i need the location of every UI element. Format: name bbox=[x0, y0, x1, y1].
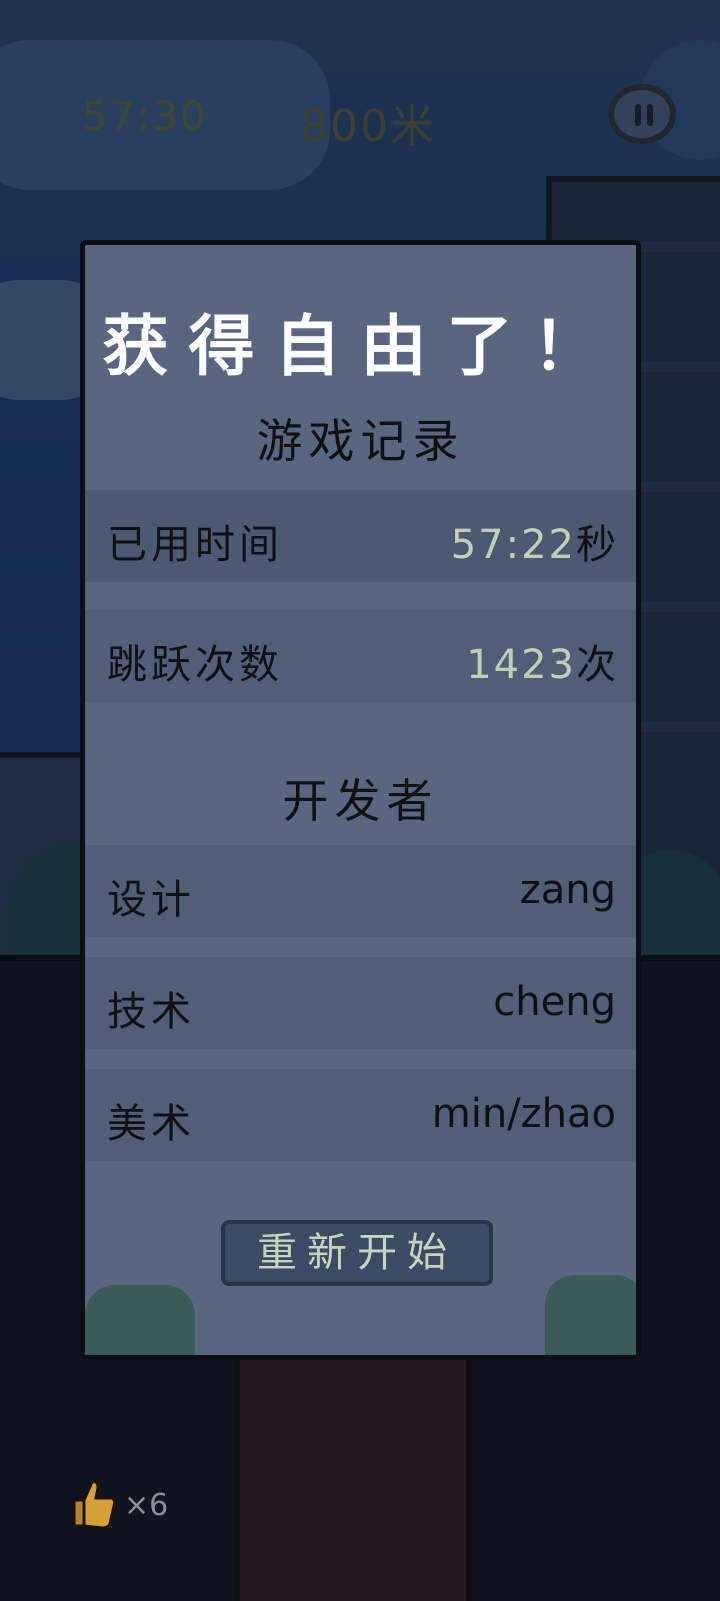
restart-button[interactable]: 重新开始 bbox=[221, 1220, 493, 1286]
credit-row: 设计 zang bbox=[85, 845, 636, 937]
stat-number: 1423 bbox=[466, 642, 576, 688]
credit-role: 设计 bbox=[107, 877, 195, 923]
records-heading: 游戏记录 bbox=[256, 414, 465, 468]
credit-row: 技术 cheng bbox=[85, 957, 636, 1049]
stat-value: 57:22秒 bbox=[451, 512, 616, 570]
dialog-title: 获得自由了！ bbox=[102, 308, 619, 385]
credit-name: min/zhao bbox=[431, 1091, 616, 1137]
stat-number: 57:22 bbox=[450, 522, 576, 568]
stat-unit: 次 bbox=[576, 642, 616, 688]
credit-name: cheng bbox=[493, 979, 616, 1025]
lives-count: ×6 bbox=[124, 1488, 169, 1523]
credit-role: 技术 bbox=[107, 989, 195, 1035]
stat-unit: 秒 bbox=[576, 522, 616, 568]
stat-value: 1423次 bbox=[466, 632, 616, 690]
developers-heading: 开发者 bbox=[282, 774, 439, 828]
credit-name: zang bbox=[519, 867, 616, 913]
foliage-decoration bbox=[85, 1285, 195, 1355]
credit-role: 美术 bbox=[107, 1101, 195, 1147]
thumbs-up-icon bbox=[72, 1480, 117, 1530]
foliage-decoration bbox=[545, 1275, 636, 1355]
stat-row-jumps: 跳跃次数 1423次 bbox=[85, 610, 636, 702]
stat-row-time: 已用时间 57:22秒 bbox=[85, 490, 636, 582]
stat-label: 已用时间 bbox=[107, 522, 283, 568]
victory-dialog: 获得自由了！ 游戏记录 已用时间 57:22秒 跳跃次数 1423次 开发者 设… bbox=[80, 240, 641, 1360]
stat-label: 跳跃次数 bbox=[107, 642, 283, 688]
credit-row: 美术 min/zhao bbox=[85, 1069, 636, 1161]
